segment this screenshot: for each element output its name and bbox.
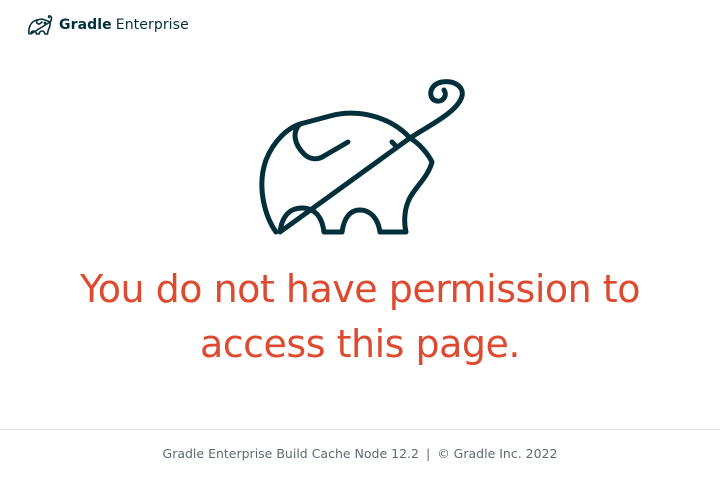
elephant-icon <box>252 78 468 238</box>
footer: Gradle Enterprise Build Cache Node 12.2 |… <box>0 446 720 461</box>
error-message: You do not have permission to access thi… <box>20 262 700 372</box>
brand-name-light: Enterprise <box>115 17 189 33</box>
brand-name: Gradle Enterprise <box>59 17 189 33</box>
footer-copyright: © Gradle Inc. 2022 <box>437 446 558 461</box>
footer-separator: | <box>425 446 431 461</box>
elephant-logo-icon <box>26 14 56 36</box>
error-message-line-1: You do not have permission to <box>80 267 640 311</box>
brand-name-bold: Gradle <box>59 17 112 33</box>
error-message-line-2: access this page. <box>199 322 521 366</box>
permission-denied-page: Gradle Enterprise You do not have permiss… <box>0 0 720 480</box>
footer-product-version: Gradle Enterprise Build Cache Node 12.2 <box>162 446 419 461</box>
footer-divider <box>0 429 720 430</box>
logo-link[interactable]: Gradle Enterprise <box>26 12 189 38</box>
